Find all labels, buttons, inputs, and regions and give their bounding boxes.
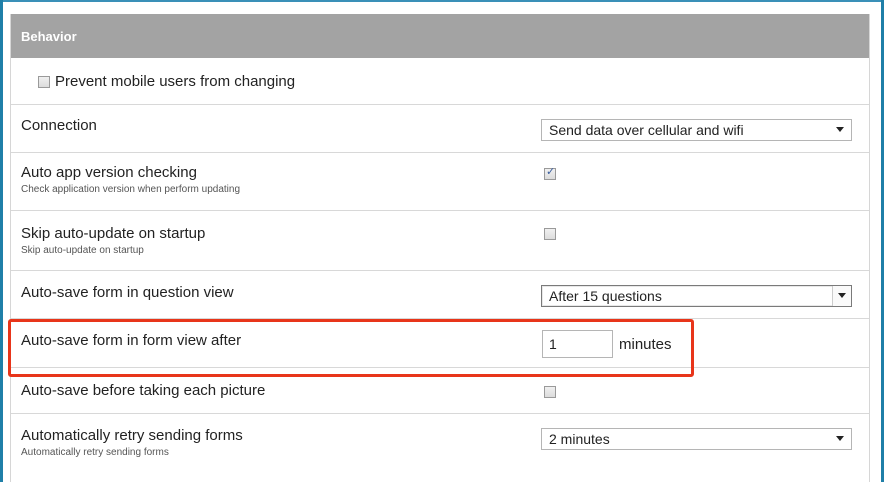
row-autosave-picture: Auto-save before taking each picture — [11, 368, 869, 414]
skip-auto-update-checkbox[interactable] — [544, 228, 556, 240]
behavior-panel: Behavior Prevent mobile users from chang… — [10, 14, 870, 482]
row-auto-app-version: Auto app version checking Check applicat… — [11, 153, 869, 211]
skip-auto-update-label: Skip auto-update on startup — [21, 225, 206, 242]
autosave-picture-label: Auto-save before taking each picture — [21, 382, 266, 399]
autosave-question-select[interactable]: After 15 questions — [541, 285, 852, 307]
window-top-border — [0, 0, 884, 2]
autosave-form-value: 1 — [549, 336, 557, 352]
row-autosave-question: Auto-save form in question view After 15… — [11, 271, 869, 319]
connection-select[interactable]: Send data over cellular and wifi — [541, 119, 852, 141]
chevron-down-icon — [838, 293, 846, 298]
section-title: Behavior — [21, 28, 77, 44]
autosave-picture-checkbox[interactable] — [544, 386, 556, 398]
auto-app-version-checkbox[interactable] — [544, 165, 556, 180]
auto-app-version-sublabel: Check application version when perform u… — [21, 184, 241, 195]
row-skip-auto-update: Skip auto-update on startup Skip auto-up… — [11, 211, 869, 271]
window-left-border — [0, 0, 3, 482]
row-connection: Connection Send data over cellular and w… — [11, 105, 869, 153]
retry-sending-sublabel: Automatically retry sending forms — [21, 447, 169, 458]
retry-sending-label: Automatically retry sending forms — [21, 427, 243, 444]
autosave-form-label: Auto-save form in form view after — [21, 332, 242, 349]
chevron-down-icon — [836, 436, 844, 441]
retry-sending-value: 2 minutes — [549, 431, 610, 447]
autosave-question-value: After 15 questions — [549, 288, 662, 304]
skip-auto-update-sublabel: Skip auto-update on startup — [21, 245, 144, 256]
connection-label: Connection — [21, 117, 97, 134]
auto-app-version-label: Auto app version checking — [21, 164, 197, 181]
row-retry-sending: Automatically retry sending forms Automa… — [11, 414, 869, 474]
autosave-question-label: Auto-save form in question view — [21, 284, 234, 301]
retry-sending-select[interactable]: 2 minutes — [541, 428, 852, 450]
connection-value: Send data over cellular and wifi — [549, 122, 744, 138]
chevron-down-icon — [836, 127, 844, 132]
autosave-form-minutes-input[interactable]: 1 — [542, 330, 613, 358]
section-header: Behavior — [11, 14, 869, 58]
minutes-unit-label: minutes — [619, 336, 672, 353]
prevent-changing-checkbox[interactable] — [38, 76, 50, 88]
prevent-changing-label: Prevent mobile users from changing — [55, 73, 296, 90]
row-prevent-changing: Prevent mobile users from changing — [11, 58, 869, 105]
row-autosave-form: Auto-save form in form view after 1 minu… — [11, 319, 869, 368]
